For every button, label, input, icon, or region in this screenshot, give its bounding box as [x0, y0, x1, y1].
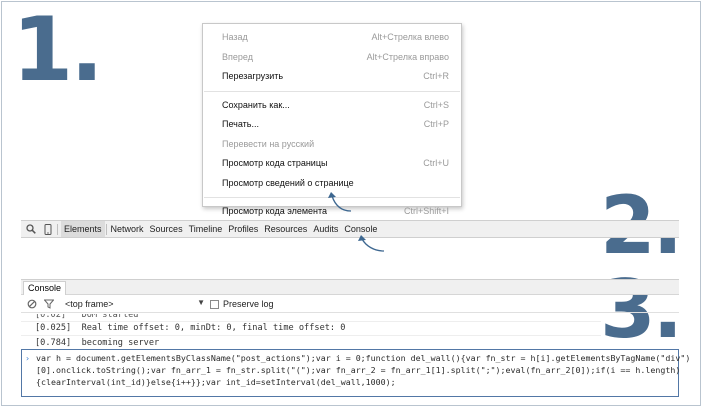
devtools-tab-bar: Elements Network Sources Timeline Profil… [21, 220, 679, 238]
console-drawer-tabs: Console [21, 279, 679, 295]
frame-select-value: <top frame> [65, 299, 114, 309]
clear-console-icon[interactable] [26, 299, 38, 309]
menu-item-label: Назад [222, 32, 248, 42]
log-divider [21, 335, 601, 336]
filter-icon[interactable] [43, 299, 55, 309]
menu-item-reload[interactable]: Перезагрузить Ctrl+R [203, 67, 461, 87]
step-number-1: 1. [12, 0, 104, 101]
menu-item-shortcut: Alt+Стрелка вправо [366, 51, 449, 62]
command-line: [0].onclick.toString();var fn_arr_1 = fn… [36, 365, 681, 375]
console-log-line: [0.025] Real time offset: 0, minDt: 0, f… [35, 323, 346, 333]
menu-item-shortcut: Ctrl+U [423, 158, 449, 168]
menu-item-label: Сохранить как... [222, 99, 290, 110]
device-mode-icon[interactable] [41, 222, 55, 236]
menu-item-label: Просмотр кода элемента [222, 206, 328, 216]
menu-item-shortcut: Ctrl+R [423, 71, 449, 81]
toolbar-divider [57, 223, 58, 235]
menu-item-label: Просмотр сведений о странице [222, 177, 354, 188]
toolbar-divider [105, 223, 107, 235]
menu-item-label: Просмотр кода страницы [222, 158, 328, 168]
preserve-log-label: Preserve log [223, 299, 274, 309]
arrow-to-console-icon [358, 235, 385, 252]
tab-network[interactable]: Network [108, 221, 147, 237]
menu-item-shortcut: Ctrl+S [423, 99, 449, 110]
tab-sources[interactable]: Sources [147, 221, 186, 237]
tab-timeline[interactable]: Timeline [186, 221, 226, 237]
console-toolbar: <top frame> ▼ Preserve log [21, 296, 679, 313]
console-drawer-tab[interactable]: Console [23, 281, 67, 295]
menu-item-label: Печать... [222, 119, 259, 129]
console-log-line: [0.02] DOM started [35, 314, 139, 320]
prompt-icon: › [25, 353, 30, 363]
tab-profiles[interactable]: Profiles [225, 221, 261, 237]
menu-item-view-source[interactable]: Просмотр кода страницы Ctrl+U [203, 154, 461, 174]
menu-item-translate[interactable]: Перевести на русский [203, 135, 461, 155]
preserve-log-checkbox[interactable] [210, 299, 219, 309]
menu-item-label: Перевести на русский [222, 138, 315, 149]
arrow-to-inspect-icon [328, 192, 352, 212]
tab-resources[interactable]: Resources [261, 221, 310, 237]
console-log-line: [0.784] becoming server [35, 338, 160, 348]
command-line: var h = document.getElementsByClassName(… [36, 353, 691, 363]
menu-item-label: Перезагрузить [222, 71, 284, 81]
menu-item-save-as[interactable]: Сохранить как... Ctrl+S [203, 96, 461, 116]
menu-item-print[interactable]: Печать... Ctrl+P [203, 115, 461, 135]
console-input[interactable]: › var h = document.getElementsByClassNam… [21, 349, 691, 397]
search-icon[interactable] [24, 222, 38, 236]
tab-audits[interactable]: Audits [310, 221, 341, 237]
frame-select[interactable]: <top frame> ▼ [65, 298, 205, 309]
menu-item-back[interactable]: Назад Alt+Стрелка влево [203, 28, 461, 48]
menu-item-label: Вперед [222, 51, 253, 62]
menu-separator [204, 90, 460, 92]
menu-item-forward[interactable]: Вперед Alt+Стрелка вправо [203, 48, 461, 68]
chevron-down-icon: ▼ [197, 298, 205, 307]
menu-item-shortcut: Ctrl+P [423, 119, 449, 129]
log-divider [21, 321, 601, 322]
menu-item-shortcut: Alt+Стрелка влево [371, 32, 449, 42]
tab-elements[interactable]: Elements [61, 221, 105, 237]
menu-item-shortcut: Ctrl+Shift+I [403, 206, 449, 216]
context-menu: Назад Alt+Стрелка влево Вперед Alt+Стрел… [202, 23, 462, 216]
command-line: {clearInterval(int_id)}else{i++}};var in… [36, 377, 396, 387]
